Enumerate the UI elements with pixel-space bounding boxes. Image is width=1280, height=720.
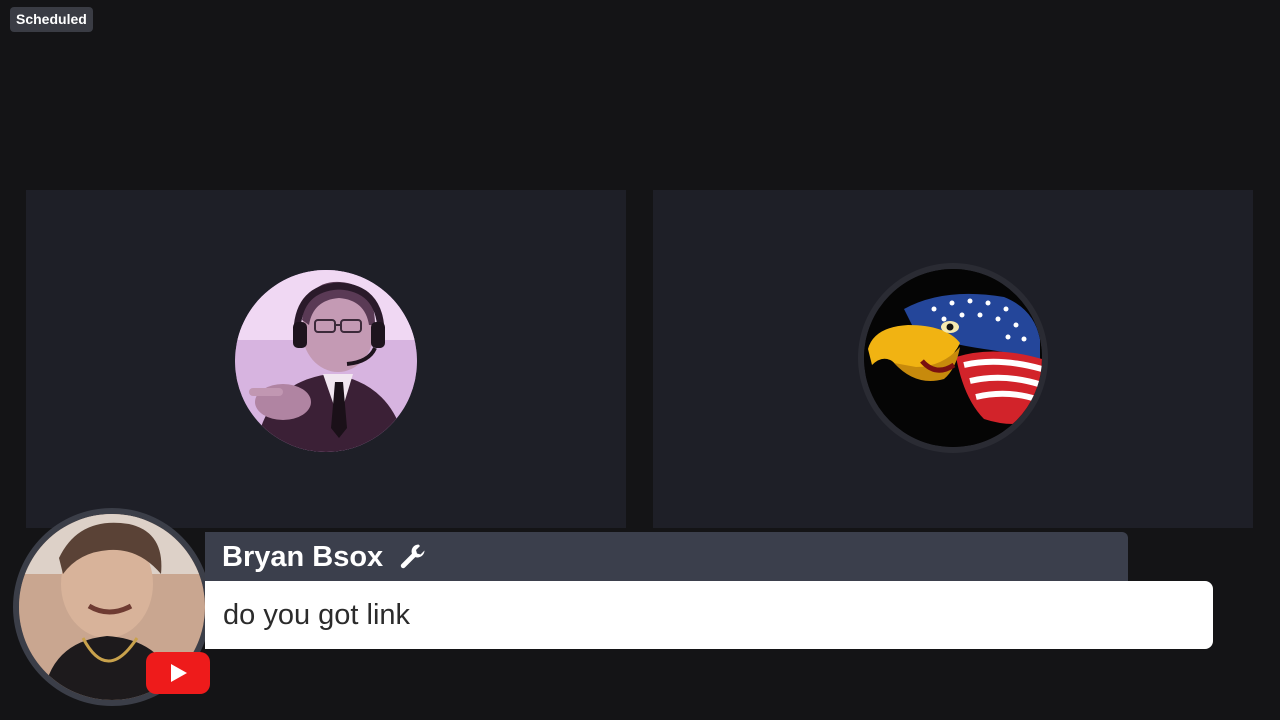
participant-avatar-eagle (858, 263, 1048, 453)
participant-avatar-headset (235, 270, 417, 452)
participant-tile-2[interactable] (653, 190, 1253, 528)
american-flag-eagle-avatar (864, 269, 1042, 447)
chat-author-name: Bryan Bsox (222, 541, 384, 573)
chat-message-bubble: do you got link (205, 581, 1213, 649)
chat-author-bar: Bryan Bsox (205, 532, 1128, 582)
youtube-icon (146, 652, 210, 694)
status-badge: Scheduled (10, 7, 93, 32)
call-stage: Scheduled Bryan Bsox do you got link (0, 0, 1280, 720)
chat-message-text: do you got link (223, 599, 411, 631)
participant-tile-1[interactable] (26, 190, 626, 528)
person-with-headset-avatar (235, 270, 417, 452)
wrench-icon (398, 542, 428, 572)
